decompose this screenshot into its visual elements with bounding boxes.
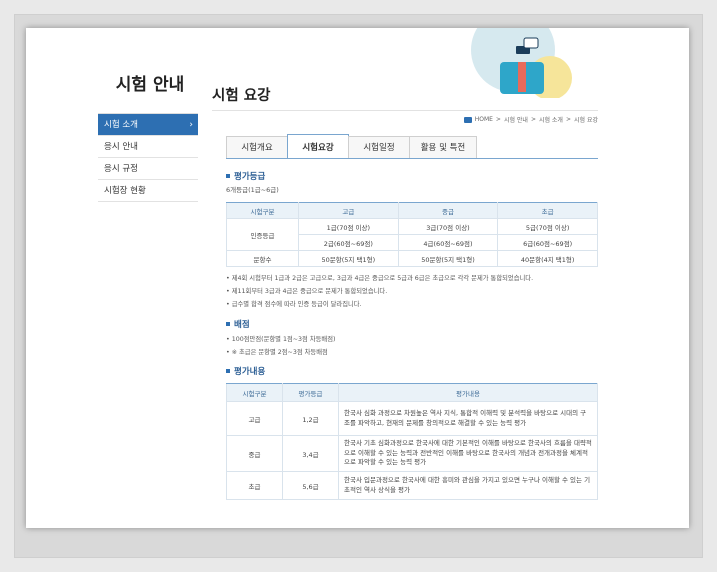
table-cell: 한국사 심화 과정으로 차원높은 역사 지식, 통합적 이해력 및 분석력을 바…: [338, 401, 598, 436]
content-table: 시험구분 평가등급 평가내용 고급 1,2급 한국사 심화 과정으로 차원높은 …: [226, 383, 598, 500]
table-row: 고급 1,2급 한국사 심화 과정으로 차원높은 역사 지식, 통합적 이해력 …: [226, 401, 598, 436]
grading-note: • 제11회부터 3급과 4급은 중급으로 문제가 통합되었습니다.: [226, 288, 388, 295]
table-cell: 문항수: [226, 250, 299, 267]
table-cell: 40문항(4지 택1형): [497, 250, 598, 267]
sidebar-item-exam-intro[interactable]: 시험 소개 ›: [98, 114, 198, 136]
square-bullet-icon: [226, 322, 230, 326]
page-card: 시험 안내 시험 소개 › 응시 안내 응시 규정 시험장 현황 시험 요강 H…: [26, 28, 689, 528]
table-header-cell: 시험구분: [226, 383, 283, 402]
table-cell: 5급(70점 이상): [497, 218, 598, 235]
grading-note: • 제4회 시험부터 1급과 2급은 고급으로, 3급과 4급은 중급으로 5급…: [226, 275, 534, 282]
table-header-cell: 평가등급: [282, 383, 339, 402]
breadcrumb-item[interactable]: 시험 소개: [539, 115, 563, 124]
header-illustration: [471, 28, 572, 98]
table-cell: 한국사 입문과정으로 한국사에 대한 흥미와 관심을 가지고 있으면 누구나 이…: [338, 471, 598, 500]
table-header-row: 시험구분 고급 중급 초급: [226, 202, 598, 219]
table-cell: 1,2급: [282, 401, 339, 436]
sidebar-item-label: 응시 안내: [104, 142, 138, 152]
table-cell: 3,4급: [282, 435, 339, 472]
tab-benefits[interactable]: 활용 및 특전: [409, 136, 477, 158]
table-header-cell: 중급: [397, 202, 499, 219]
section-heading-grading: 평가등급: [226, 170, 265, 182]
table-cell: 인증등급: [226, 218, 299, 251]
scoring-note: • 100점만점(문항별 1점~3점 차등배점): [226, 336, 336, 343]
scoring-note: • ※ 초급은 문항별 2점~3점 차등배점: [226, 349, 328, 356]
table-header-cell: 초급: [497, 202, 598, 219]
table-row: 초급 5,6급 한국사 입문과정으로 한국사에 대한 흥미와 관심을 가지고 있…: [226, 471, 598, 500]
sidebar-item-label: 시험 소개: [104, 120, 138, 130]
table-cell: 1급(70점 이상): [298, 218, 399, 235]
section-heading-scoring: 배점: [226, 318, 250, 330]
tab-divider: [226, 158, 598, 159]
breadcrumb-sep: >: [565, 116, 571, 123]
sidebar-item-test-centers[interactable]: 시험장 현황: [98, 180, 198, 202]
table-cell: 2급(60점~69점): [298, 234, 399, 251]
table-row: 중급 3,4급 한국사 기초 심화과정으로 한국사에 대한 기본적인 이해를 바…: [226, 435, 598, 472]
breadcrumb-sep: >: [495, 116, 501, 123]
home-icon: [463, 116, 472, 123]
breadcrumb-sep: >: [530, 116, 536, 123]
square-bullet-icon: [226, 369, 230, 373]
table-header-cell: 시험구분: [226, 202, 299, 219]
section-heading-text: 평가등급: [234, 172, 266, 182]
table-cell: 3급(70점 이상): [397, 218, 499, 235]
tab-exam-details[interactable]: 시험요강: [287, 134, 349, 158]
table-row: 문항수 50문항(5지 택1형) 50문항(5지 택1형) 40문항(4지 택1…: [226, 250, 598, 267]
sidebar-menu: 시험 소개 › 응시 안내 응시 규정 시험장 현황: [98, 113, 198, 202]
table-row: 인증등급 1급(70점 이상) 3급(70점 이상) 5급(70점 이상): [226, 218, 598, 251]
breadcrumb-item[interactable]: 시험 안내: [504, 115, 528, 124]
sidebar-item-label: 시험장 현황: [104, 186, 146, 196]
table-cell: 5,6급: [282, 471, 339, 500]
table-header-cell: 고급: [298, 202, 399, 219]
breadcrumb-current: 시험 요강: [574, 117, 598, 124]
table-cell: 6급(60점~69점): [497, 234, 598, 251]
grading-subtitle: 6개등급(1급~6급): [226, 186, 279, 194]
breadcrumb: HOME > 시험 안내 > 시험 소개 > 시험 요강: [463, 115, 598, 124]
grading-note: • 급수별 합격 점수에 따라 인증 등급이 달라집니다.: [226, 301, 362, 308]
table-cell: 고급: [226, 401, 283, 436]
table-cell: 4급(60점~69점): [397, 234, 499, 251]
section-heading-content: 평가내용: [226, 365, 265, 377]
table-cell: 50문항(5지 택1형): [397, 250, 499, 267]
table-cell: 중급: [226, 435, 283, 472]
sidebar: 시험 안내 시험 소개 › 응시 안내 응시 규정 시험장 현황: [98, 70, 198, 202]
sidebar-item-label: 응시 규정: [104, 164, 138, 174]
table-cell: 초급: [226, 471, 283, 500]
chevron-right-icon: ›: [189, 120, 193, 130]
title-divider: [212, 110, 598, 111]
section-heading-text: 배점: [234, 320, 250, 330]
table-header-cell: 평가내용: [338, 383, 598, 402]
section-heading-text: 평가내용: [234, 367, 266, 377]
sidebar-item-rules[interactable]: 응시 규정: [98, 158, 198, 180]
tab-schedule[interactable]: 시험일정: [348, 136, 410, 158]
table-header-row: 시험구분 평가등급 평가내용: [226, 383, 598, 402]
sidebar-title: 시험 안내: [115, 75, 185, 95]
table-cell: 한국사 기초 심화과정으로 한국사에 대한 기본적인 이해를 바탕으로 한국사의…: [338, 435, 598, 472]
tab-overview[interactable]: 시험개요: [226, 136, 288, 158]
grading-table: 시험구분 고급 중급 초급 인증등급 1급(70점 이상) 3급(70점 이상)…: [226, 202, 598, 267]
table-cell: 50문항(5지 택1형): [298, 250, 399, 267]
page-title: 시험 요강: [212, 88, 271, 104]
square-bullet-icon: [226, 174, 230, 178]
tab-bar: 시험개요 시험요강 시험일정 활용 및 특전: [226, 134, 477, 158]
sidebar-item-application-guide[interactable]: 응시 안내: [98, 136, 198, 158]
breadcrumb-home[interactable]: HOME: [475, 116, 493, 123]
